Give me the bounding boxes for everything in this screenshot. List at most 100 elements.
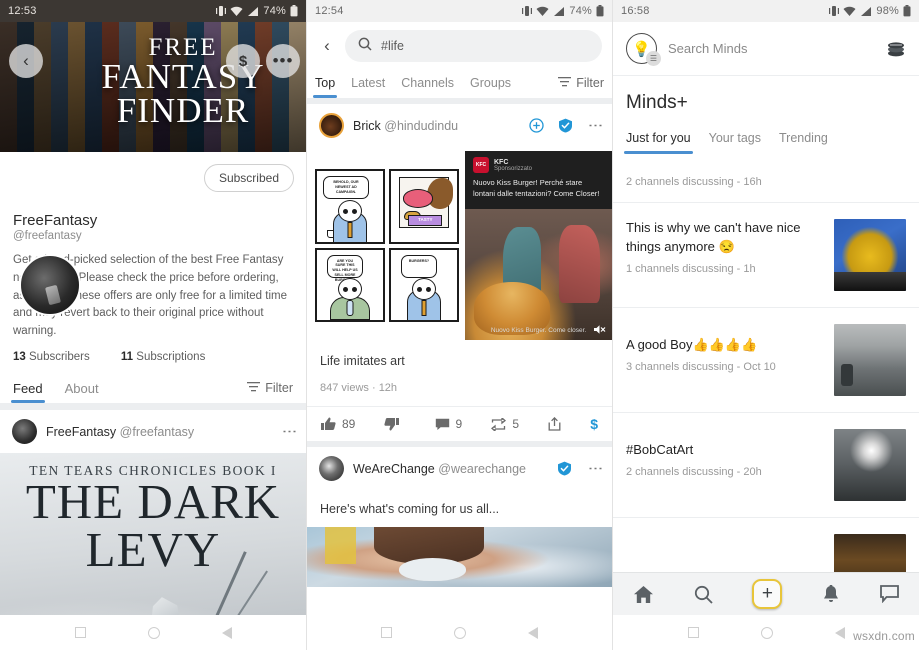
post-header: FreeFantasy @freefantasy ⋮ xyxy=(0,410,306,453)
post1-kebab-menu-icon[interactable]: ⋮ xyxy=(587,118,604,133)
back-nav-button[interactable] xyxy=(221,626,232,639)
kfc-video-post[interactable]: KFC KFC Sponsorizzato Nuovo Kiss Burger!… xyxy=(465,151,612,340)
banner-title: FREE FANTASY FINDER xyxy=(68,35,298,128)
tab-your-tags[interactable]: Your tags xyxy=(709,122,761,154)
profile-stats: 13 Subscribers 11 Subscriptions xyxy=(13,351,293,363)
video-brand-name: KFC xyxy=(494,158,509,166)
trend-thumbnail[interactable] xyxy=(834,219,906,291)
subscribers-stat[interactable]: 13 Subscribers xyxy=(13,351,104,363)
post2-image[interactable] xyxy=(307,527,612,587)
recents-button[interactable] xyxy=(381,627,392,638)
home-button[interactable] xyxy=(760,626,773,639)
status-time: 12:54 xyxy=(315,5,344,17)
list-item[interactable]: #BobCatArt 2 channels discussing - 20h xyxy=(613,413,919,518)
share-button[interactable] xyxy=(548,417,561,431)
wire-tokens-button[interactable]: $ xyxy=(226,44,260,78)
bottom-navigation-bar: + xyxy=(613,572,919,615)
filter-label: Filter xyxy=(265,381,293,396)
tab-about[interactable]: About xyxy=(65,373,99,403)
messages-icon[interactable] xyxy=(880,585,899,603)
mute-icon[interactable] xyxy=(592,322,606,336)
back-nav-button[interactable] xyxy=(528,626,538,639)
menu-badge-icon[interactable]: ☰ xyxy=(646,51,661,66)
thumbs-down-button[interactable] xyxy=(384,417,405,431)
post2-image-decor-yellow xyxy=(325,527,356,565)
compose-button[interactable]: + xyxy=(752,579,783,609)
battery-icon xyxy=(290,5,298,17)
post2-image-decor-mask xyxy=(398,558,466,581)
subscriptions-label: Subscriptions xyxy=(136,351,206,364)
more-options-button[interactable]: ••• xyxy=(266,44,300,78)
wire-tip-button[interactable]: $ xyxy=(590,416,598,432)
post-avatar[interactable] xyxy=(12,419,37,445)
back-button[interactable]: ‹ xyxy=(9,44,43,78)
filter-button[interactable]: Filter xyxy=(558,76,604,90)
list-item[interactable]: 2 channels discussing - 16h xyxy=(613,154,919,203)
trend-text: #BobCatArt 2 channels discussing - 20h xyxy=(626,429,824,478)
recents-button[interactable] xyxy=(74,627,86,638)
remind-button[interactable]: 5 xyxy=(491,417,519,431)
remind-icon xyxy=(491,417,507,431)
trend-thumbnail[interactable] xyxy=(834,324,906,396)
tab-just-for-you[interactable]: Just for you xyxy=(624,122,693,154)
search-header: ‹ #life xyxy=(307,22,612,68)
search-icon[interactable] xyxy=(694,585,713,604)
phone-panel-profile: 12:53 74% FREE FANTASY FINDER ‹ $ ••• Su… xyxy=(0,0,306,650)
subscribe-plus-icon[interactable] xyxy=(528,118,544,133)
subscriptions-stat[interactable]: 11 Subscriptions xyxy=(121,351,219,363)
post-author[interactable]: FreeFantasy @freefantasy xyxy=(46,425,194,439)
tab-latest[interactable]: Latest xyxy=(351,68,385,98)
comic-grid: BEHOLD, OUR NEWEST AD CAMPAIGN. itstheti… xyxy=(315,169,459,322)
home-button[interactable] xyxy=(147,626,160,639)
home-button[interactable] xyxy=(454,626,466,639)
search-input[interactable]: #life xyxy=(345,30,602,62)
discovery-tabbar: Just for you Your tags Trending xyxy=(613,122,919,154)
subscribers-label: Subscribers xyxy=(29,351,90,364)
post-kebab-menu-icon[interactable]: ⋮ xyxy=(281,424,298,439)
tokens-stack-icon[interactable] xyxy=(886,40,906,57)
post2-author-handle: @wearechange xyxy=(438,461,526,476)
tab-groups[interactable]: Groups xyxy=(470,68,511,98)
post2-author-name: WeAreChange xyxy=(353,461,435,476)
tab-feed[interactable]: Feed xyxy=(11,373,45,404)
filter-button[interactable]: Filter xyxy=(247,381,293,395)
vibrate-icon xyxy=(522,5,533,17)
back-nav-button[interactable] xyxy=(834,626,845,639)
comments-button[interactable]: 9 xyxy=(435,417,462,431)
tab-top[interactable]: Top xyxy=(312,68,338,98)
book-title-line1: THE DARK xyxy=(25,474,281,530)
status-time: 16:58 xyxy=(621,5,650,17)
cellular-signal-icon xyxy=(247,5,259,17)
search-icon xyxy=(358,37,372,56)
profile-avatar[interactable] xyxy=(19,254,81,316)
home-icon[interactable] xyxy=(633,585,654,604)
thumbs-up-icon xyxy=(321,417,336,431)
post2-author[interactable]: WeAreChange @wearechange xyxy=(353,462,526,476)
back-button[interactable]: ‹ xyxy=(313,36,341,56)
trend-sub: 2 channels discussing - 20h xyxy=(626,465,762,478)
post1-avatar[interactable] xyxy=(319,113,344,138)
battery-percent: 74% xyxy=(263,5,286,17)
notifications-bell-icon[interactable] xyxy=(822,584,840,604)
comic-watermark: itsthetick.com xyxy=(384,187,385,209)
status-bar-panel1: 12:53 74% xyxy=(0,0,306,22)
post2-kebab-menu-icon[interactable]: ⋮ xyxy=(587,461,604,476)
status-icons: 74% xyxy=(522,5,604,17)
tab-trending[interactable]: Trending xyxy=(779,122,828,154)
thumbs-up-button[interactable]: 89 xyxy=(321,417,355,431)
post1-author[interactable]: Brick @hindudindu xyxy=(353,119,458,133)
recents-button[interactable] xyxy=(687,627,699,638)
list-item[interactable]: This is why we can't have nice things an… xyxy=(613,203,919,308)
tab-channels[interactable]: Channels xyxy=(401,68,454,98)
phone-panel-discovery: 16:58 98% 💡 ☰ Search Minds Minds+ Just f… xyxy=(612,0,919,650)
trend-thumbnail[interactable] xyxy=(834,429,906,501)
comic-strip-image[interactable]: BEHOLD, OUR NEWEST AD CAMPAIGN. itstheti… xyxy=(307,147,465,342)
list-item[interactable]: A good Boy👍👍👍👍 3 channels discussing - O… xyxy=(613,308,919,413)
kfc-logo-icon: KFC xyxy=(473,157,489,173)
comic-bubble-4: BURGERS? xyxy=(401,254,437,278)
lightbulb-icon[interactable]: 💡 ☰ xyxy=(626,33,661,66)
subscribed-button[interactable]: Subscribed xyxy=(203,164,294,192)
post2-avatar[interactable] xyxy=(319,456,344,481)
search-minds-input[interactable]: Search Minds xyxy=(668,41,747,56)
trending-list: 2 channels discussing - 16h This is why … xyxy=(613,154,919,622)
